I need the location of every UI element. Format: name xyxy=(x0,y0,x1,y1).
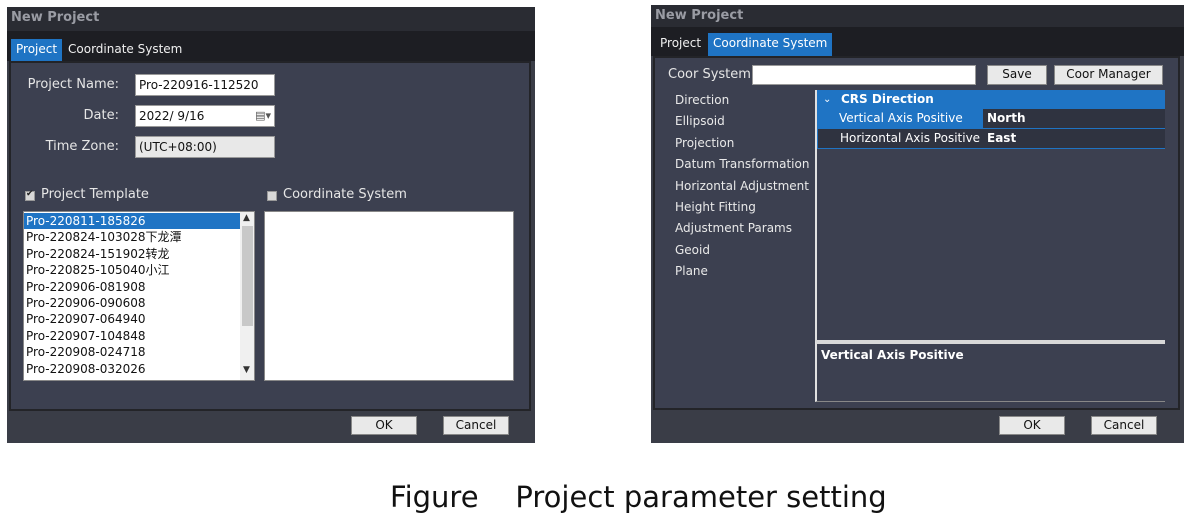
template-scrollbar[interactable]: ▲ ▼ xyxy=(240,212,254,380)
property-name: Vertical Axis Positive xyxy=(817,109,983,128)
coord-nav-item[interactable]: Ellipsoid xyxy=(663,111,813,132)
left-dialog: New Project Project Coordinate System Pr… xyxy=(7,7,535,443)
scroll-down-icon[interactable]: ▼ xyxy=(243,365,250,375)
group-row[interactable]: ⌄ CRS Direction xyxy=(817,90,1165,109)
right-title: New Project xyxy=(655,8,744,23)
left-project-panel: Project Name: Pro-220916-112520 Date: 20… xyxy=(9,61,531,411)
timezone-field[interactable]: (UTC+08:00) xyxy=(135,136,275,158)
template-list-item[interactable]: Pro-220824-103028下龙潭 xyxy=(24,229,240,245)
property-row[interactable]: Vertical Axis Positive North xyxy=(817,109,1165,129)
template-list-item[interactable]: Pro-220825-105040小江 xyxy=(24,262,240,278)
right-coord-panel: Coor System Save Coor Manager Direction E… xyxy=(653,56,1180,410)
coord-nav-item[interactable]: Horizontal Adjustment xyxy=(663,176,813,197)
tab-project[interactable]: Project xyxy=(11,39,63,61)
coord-nav-item[interactable]: Datum Transformation xyxy=(663,154,813,175)
coor-system-input[interactable] xyxy=(752,65,976,85)
coordinate-system-checkbox[interactable] xyxy=(267,191,277,201)
left-title-bar: New Project xyxy=(7,7,535,31)
coord-nav-item[interactable]: Plane xyxy=(663,261,813,282)
scroll-thumb[interactable] xyxy=(242,226,253,326)
right-dialog: New Project Project Coordinate System Co… xyxy=(651,5,1184,443)
template-items: Pro-220811-185826 Pro-220824-103028下龙潭 Pro… xyxy=(24,213,240,377)
left-title: New Project xyxy=(11,10,100,25)
coord-nav-item[interactable]: Geoid xyxy=(663,240,813,261)
property-row[interactable]: Horizontal Axis Positive East xyxy=(817,129,1165,149)
coor-system-label: Coor System xyxy=(668,67,751,82)
description-text: Vertical Axis Positive xyxy=(821,348,964,362)
date-value: 2022/ 9/16 xyxy=(139,109,205,123)
scroll-up-icon[interactable]: ▲ xyxy=(243,213,250,223)
project-template-label: Project Template xyxy=(41,187,149,202)
coor-manager-button[interactable]: Coor Manager xyxy=(1054,65,1163,85)
property-value[interactable]: North xyxy=(983,109,1165,128)
coord-nav-item[interactable]: Projection xyxy=(663,133,813,154)
collapse-chevron-icon[interactable]: ⌄ xyxy=(823,90,831,109)
project-template-checkbox[interactable] xyxy=(25,189,35,201)
date-picker[interactable]: 2022/ 9/16 ▤▾ xyxy=(135,105,275,127)
tab-project[interactable]: Project xyxy=(655,33,706,56)
template-list-item[interactable]: Pro-220907-104848 xyxy=(24,328,240,344)
property-rows: Vertical Axis Positive North Horizontal Ax… xyxy=(817,109,1165,149)
coord-nav-item[interactable]: Adjustment Params xyxy=(663,218,813,239)
right-cancel-button[interactable]: Cancel xyxy=(1091,416,1157,435)
project-template-list[interactable]: Pro-220811-185826 Pro-220824-103028下龙潭 Pro… xyxy=(23,211,255,381)
coord-nav-list: Direction Ellipsoid Projection Datum Transf… xyxy=(663,90,813,400)
date-label: Date: xyxy=(83,108,119,123)
timezone-label: Time Zone: xyxy=(45,139,119,154)
description-box: Vertical Axis Positive xyxy=(815,340,1165,402)
project-name-input[interactable]: Pro-220916-112520 xyxy=(135,74,275,96)
right-ok-button[interactable]: OK xyxy=(999,416,1065,435)
template-list-item[interactable]: Pro-220908-024718 xyxy=(24,344,240,360)
left-ok-button[interactable]: OK xyxy=(351,416,417,435)
property-grid: ⌄ CRS Direction Vertical Axis Positive No… xyxy=(815,90,1165,340)
template-list-item[interactable]: Pro-220907-064940 xyxy=(24,311,240,327)
right-title-bar: New Project xyxy=(651,5,1184,27)
calendar-dropdown-icon[interactable]: ▤▾ xyxy=(255,106,271,126)
save-button[interactable]: Save xyxy=(987,65,1047,85)
coord-nav-item[interactable]: Height Fitting xyxy=(663,197,813,218)
tab-coordinate-system[interactable]: Coordinate System xyxy=(63,39,187,61)
property-name: Horizontal Axis Positive xyxy=(817,129,983,148)
coordinate-system-list[interactable] xyxy=(264,211,514,381)
property-value[interactable]: East xyxy=(983,129,1165,148)
template-list-item[interactable]: Pro-220824-151902转龙 xyxy=(24,246,240,262)
coordinate-system-label: Coordinate System xyxy=(283,187,407,202)
template-list-item[interactable]: Pro-220811-185826 xyxy=(24,213,240,230)
right-tab-strip: Project Coordinate System xyxy=(651,27,1184,56)
template-list-item[interactable]: Pro-220908-032026 xyxy=(24,361,240,377)
coord-nav-item[interactable]: Direction xyxy=(663,90,813,111)
figure-caption: Figure Project parameter setting xyxy=(390,480,887,514)
project-name-label: Project Name: xyxy=(27,77,119,92)
template-list-item[interactable]: Pro-220906-090608 xyxy=(24,295,240,311)
left-cancel-button[interactable]: Cancel xyxy=(443,416,509,435)
left-tab-strip: Project Coordinate System xyxy=(7,31,535,61)
tab-coordinate-system[interactable]: Coordinate System xyxy=(708,33,833,56)
template-list-item[interactable]: Pro-220906-081908 xyxy=(24,279,240,295)
group-title: CRS Direction xyxy=(841,92,934,106)
